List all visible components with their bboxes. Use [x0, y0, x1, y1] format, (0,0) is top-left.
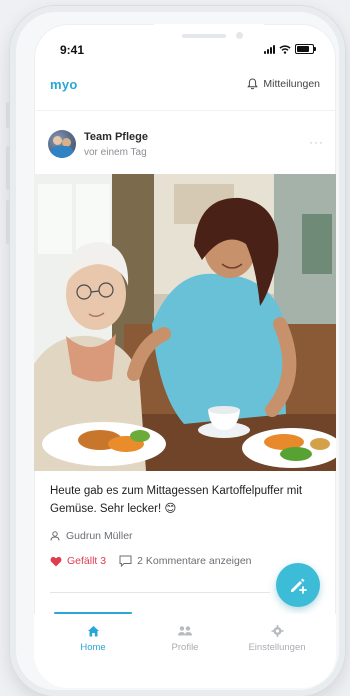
post-caption: Heute gab es zum Mittagessen Kartoffelpu… [50, 485, 303, 515]
gear-icon [271, 625, 283, 637]
volume-up-button [6, 146, 10, 190]
post-actions: Gefällt 3 2 Kommentare anzeigen [50, 555, 252, 567]
tab-home-label: Home [80, 642, 106, 653]
header-divider [34, 110, 336, 111]
create-post-button[interactable] [276, 563, 320, 607]
mute-switch [6, 102, 10, 128]
home-icon [87, 626, 99, 637]
show-comments-button[interactable]: 2 Kommentare anzeigen [137, 555, 251, 567]
signal-icon [264, 45, 275, 54]
edit-plus-icon [291, 578, 307, 594]
notifications-label: Mitteilungen [263, 78, 320, 90]
notifications-button[interactable]: Mitteilungen [247, 78, 320, 90]
post-header: Team Pflege vor einem Tag ··· [48, 130, 328, 164]
tab-settings[interactable]: Einstellungen [237, 624, 317, 653]
post-timestamp: vor einem Tag [84, 147, 147, 158]
resident-name: Gudrun Müller [66, 530, 133, 542]
status-time: 9:41 [60, 43, 85, 57]
post-divider [50, 592, 270, 593]
heart-icon[interactable] [50, 556, 62, 567]
resident-tag[interactable]: Gudrun Müller [50, 530, 133, 542]
person-icon [50, 531, 60, 541]
status-icons [264, 44, 316, 54]
tab-settings-label: Einstellungen [248, 642, 306, 653]
wifi-icon [279, 45, 291, 54]
active-tab-indicator [54, 612, 132, 614]
more-options-icon[interactable]: ··· [309, 135, 324, 149]
tab-profile[interactable]: Profile [145, 624, 225, 653]
app-header: myo Mitteilungen [34, 72, 336, 102]
battery-icon [295, 44, 316, 54]
speaker [182, 34, 226, 38]
bottom-tab-bar: Home Profile Einstellungen [34, 612, 336, 688]
phone-screen: 9:41 myo Mitteilungen Team Pflege vor ei… [34, 24, 336, 688]
post-photo-illustration [34, 174, 336, 471]
app-logo: myo [50, 77, 78, 92]
tab-home[interactable]: Home [53, 624, 133, 653]
comment-icon [119, 555, 132, 567]
people-icon [178, 626, 192, 636]
camera [236, 32, 243, 39]
volume-down-button [6, 200, 10, 244]
bell-icon [247, 78, 259, 90]
notch [154, 24, 264, 48]
post-photo[interactable] [34, 174, 336, 471]
post-author[interactable]: Team Pflege [84, 131, 148, 143]
avatar[interactable] [48, 130, 76, 158]
tab-profile-label: Profile [171, 642, 199, 653]
like-button[interactable]: Gefällt 3 [67, 555, 106, 567]
